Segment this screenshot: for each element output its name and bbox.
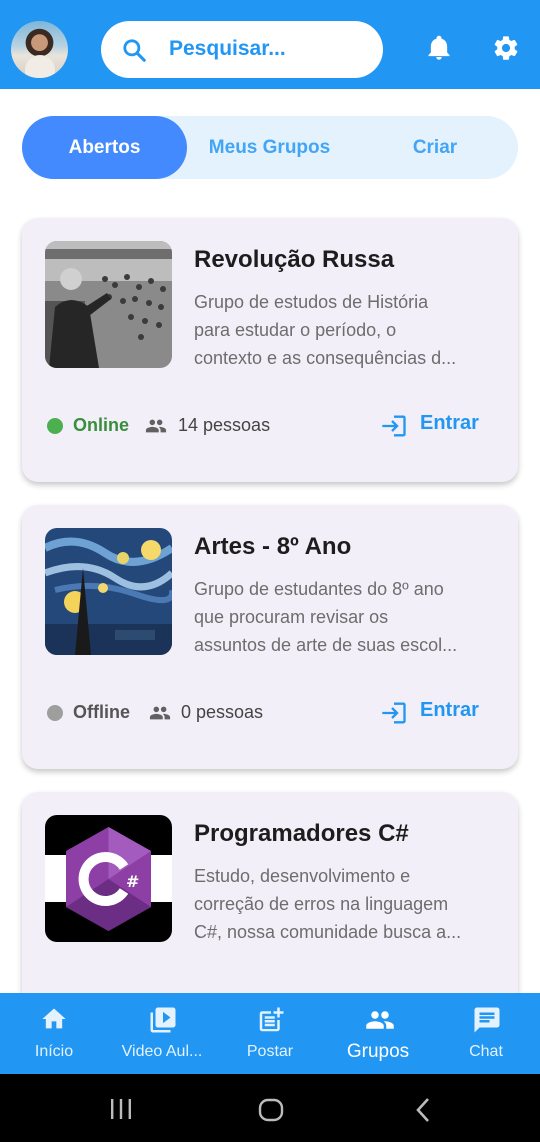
status-label: Offline [73,702,130,722]
nav-chat[interactable]: Chat [432,993,540,1074]
search-icon [123,39,146,62]
group-card[interactable]: Artes - 8º Ano Grupo de estudantes do 8º… [22,505,518,769]
groups-icon [366,1011,394,1029]
enter-label: Entrar [420,699,479,721]
home-icon [42,1008,66,1029]
chat-icon [474,1007,500,1033]
group-description: Grupo de estudantes do 8º ano que procur… [194,579,458,655]
tab-criar[interactable]: Criar [352,116,518,179]
group-card[interactable]: Revolução Russa Grupo de estudos de Hist… [22,218,518,482]
tab-meus-grupos[interactable]: Meus Grupos [187,116,352,179]
status-dot [47,705,63,721]
members-count: 0 pessoas [181,702,264,722]
nav-grupos[interactable]: Grupos [324,993,432,1074]
group-thumbnail: # [45,815,172,942]
search-placeholder: Pesquisar... [169,37,286,60]
bottom-navigation: Início Video Aul... Postar Grupos Chat [0,993,540,1074]
group-thumbnail [45,528,172,655]
back-icon[interactable] [414,1097,432,1123]
group-title: Programadores C# [194,820,409,847]
group-description: Grupo de estudos de História para estuda… [194,292,457,368]
nav-label: Video Aul... [121,1043,203,1060]
tab-abertos[interactable]: Abertos [22,116,187,179]
enter-button[interactable]: Entrar [380,410,490,444]
app-header: Pesquisar... [0,0,540,89]
login-icon [382,702,406,724]
login-icon [382,415,406,437]
system-navigation-bar [0,1074,540,1142]
video-icon [150,1007,176,1033]
group-description: Estudo, desenvolvimento e correção de er… [194,866,462,942]
search-input[interactable]: Pesquisar... [101,21,383,78]
group-thumbnail [45,241,172,368]
people-icon [145,419,167,433]
group-title: Revolução Russa [194,246,395,273]
nav-label: Grupos [346,1041,410,1062]
nav-label: Postar [246,1043,294,1060]
group-title: Artes - 8º Ano [194,533,352,560]
status-label: Online [73,415,130,435]
nav-inicio[interactable]: Início [0,993,108,1074]
home-button-icon[interactable] [258,1098,284,1122]
people-icon [149,706,171,720]
group-tabs: Abertos Meus Grupos Criar [22,116,518,179]
post-add-icon [259,1007,284,1032]
nav-postar[interactable]: Postar [216,993,324,1074]
nav-label: Início [34,1043,74,1060]
recent-apps-icon[interactable] [108,1098,134,1120]
members-count: 14 pessoas [178,415,271,435]
nav-label: Chat [469,1043,503,1060]
bell-icon[interactable] [425,34,453,62]
nav-video-aulas[interactable]: Video Aul... [108,993,216,1074]
avatar[interactable] [11,21,68,78]
gear-icon[interactable] [492,34,520,62]
enter-label: Entrar [420,412,479,434]
svg-text:#: # [126,872,139,891]
enter-button[interactable]: Entrar [380,697,490,731]
status-dot [47,418,63,434]
